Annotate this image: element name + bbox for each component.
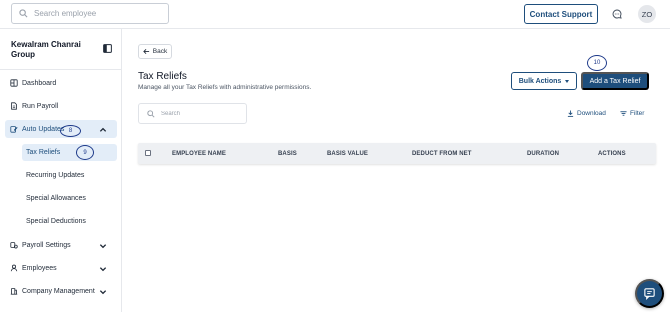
column-header-deduct-from-net[interactable]: DEDUCT FROM NET: [412, 151, 472, 157]
avatar[interactable]: ZO: [638, 5, 656, 23]
page-title: Tax Reliefs: [138, 71, 187, 82]
sidebar-item-company-management[interactable]: Company Management: [5, 282, 117, 300]
tax-relief-search-input[interactable]: [161, 110, 241, 117]
bulk-actions-button[interactable]: Bulk Actions: [511, 72, 577, 90]
sidebar-subitem-special-deductions[interactable]: Special Deductions: [22, 213, 117, 230]
select-all-checkbox[interactable]: [145, 150, 151, 156]
column-header-basis[interactable]: BASIS: [278, 151, 297, 157]
sidebar-item-employees[interactable]: Employees: [5, 259, 117, 277]
employee-search-box[interactable]: [11, 3, 169, 24]
contact-support-button[interactable]: Contact Support: [524, 4, 598, 24]
sidebar-subitem-tax-reliefs[interactable]: Tax Reliefs: [22, 144, 117, 161]
payroll-settings-icon: [10, 242, 18, 249]
annotation-marker-8: 8: [60, 125, 81, 137]
sidebar-divider: [0, 69, 121, 70]
caret-down-icon: [565, 79, 570, 83]
sidebar-item-dashboard[interactable]: Dashboard: [5, 74, 117, 92]
chat-icon[interactable]: [612, 9, 622, 19]
user-icon: [10, 264, 18, 272]
filter-icon: [620, 111, 627, 116]
tax-relief-search-box[interactable]: [138, 103, 247, 124]
back-button[interactable]: Back: [138, 44, 172, 59]
edit-icon: [10, 126, 18, 133]
chevron-up-icon: [99, 127, 107, 132]
payroll-document-icon: [11, 102, 17, 110]
chat-bubble-icon: [644, 288, 655, 300]
download-label: Download: [577, 110, 606, 117]
arrow-left-icon: [143, 49, 149, 54]
company-icon: [10, 288, 18, 295]
employee-search-input[interactable]: [34, 9, 159, 18]
sidebar-item-payroll-settings[interactable]: Payroll Settings: [5, 236, 117, 254]
sidebar: Kewalram Chanrai Group Dashboard Run Pay…: [0, 29, 122, 312]
column-header-basis-value[interactable]: BASIS VALUE: [327, 151, 368, 157]
page-description: Manage all your Tax Reliefs with adminis…: [138, 84, 312, 91]
annotation-marker-10: 10: [587, 55, 607, 71]
top-bar: Contact Support ZO: [0, 0, 670, 29]
sidebar-toggle-icon[interactable]: [103, 44, 112, 53]
search-icon: [147, 109, 155, 118]
add-tax-relief-button[interactable]: Add a Tax Relief: [581, 72, 649, 90]
sidebar-item-label: Dashboard: [22, 79, 57, 87]
column-header-employee-name[interactable]: EMPLOYEE NAME: [172, 151, 226, 157]
bulk-actions-label: Bulk Actions: [518, 77, 562, 85]
sidebar-subitem-special-allowances[interactable]: Special Allowances: [22, 190, 117, 207]
sidebar-item-label: Auto Updates: [22, 125, 65, 133]
chevron-down-icon: [99, 290, 107, 295]
annotation-marker-9: 9: [76, 145, 94, 160]
filter-link[interactable]: Filter: [620, 110, 644, 117]
chevron-down-icon: [99, 267, 107, 272]
sidebar-subitem-label: Special Allowances: [26, 195, 86, 202]
sidebar-item-label: Payroll Settings: [22, 241, 71, 249]
filter-label: Filter: [630, 110, 645, 117]
company-name: Kewalram Chanrai Group: [11, 40, 81, 59]
sidebar-subitem-label: Tax Reliefs: [26, 149, 61, 156]
chevron-down-icon: [99, 244, 107, 249]
column-header-duration[interactable]: DURATION: [527, 151, 559, 157]
sidebar-item-label: Employees: [22, 264, 57, 272]
search-icon: [19, 9, 28, 18]
back-label: Back: [152, 48, 168, 55]
chat-support-button[interactable]: [635, 279, 664, 308]
sidebar-item-run-payroll[interactable]: Run Payroll: [5, 97, 117, 115]
download-icon: [567, 110, 574, 117]
sidebar-subitem-recurring-updates[interactable]: Recurring Updates: [22, 167, 117, 184]
sidebar-item-label: Run Payroll: [22, 102, 59, 110]
download-link[interactable]: Download: [567, 110, 606, 117]
sidebar-subitem-label: Special Deductions: [26, 218, 86, 225]
dashboard-icon: [10, 79, 18, 87]
sidebar-subitem-label: Recurring Updates: [26, 172, 85, 179]
table-header: EMPLOYEE NAME BASIS BASIS VALUE DEDUCT F…: [138, 143, 656, 164]
column-header-actions: ACTIONS: [598, 151, 626, 157]
sidebar-item-label: Company Management: [22, 287, 95, 295]
